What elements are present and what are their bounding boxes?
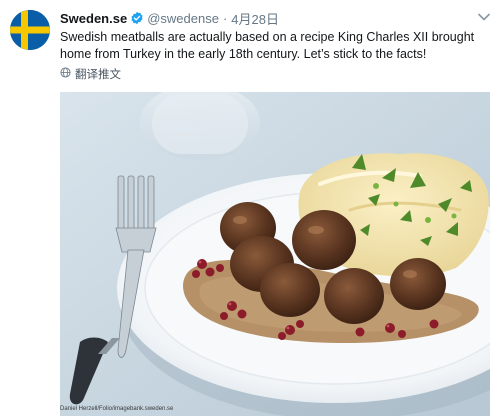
avatar[interactable] [10,10,50,50]
tweet-photo[interactable]: Daniel Herzell/Folio/imagebank.sweden.se [60,92,490,416]
verified-badge-icon [130,11,144,25]
tweet-timestamp[interactable]: 4月28日 [231,9,279,28]
swedish-flag-icon [10,10,50,50]
translate-label: 翻译推文 [75,69,121,81]
meatballs-photo [60,92,490,416]
tweet-header: Sweden.se @swedense · 4月28日 [60,9,279,27]
globe-icon [60,67,71,81]
display-name[interactable]: Sweden.se [60,11,127,26]
photo-credit: Daniel Herzell/Folio/imagebank.sweden.se [60,406,174,412]
translate-tweet-link[interactable]: 翻译推文 [60,66,121,82]
tweet-text: Swedish meatballs are actually based on … [60,30,475,61]
separator-dot: · [222,10,228,26]
chevron-down-icon[interactable] [476,9,492,25]
user-handle[interactable]: @swedense [147,11,219,26]
